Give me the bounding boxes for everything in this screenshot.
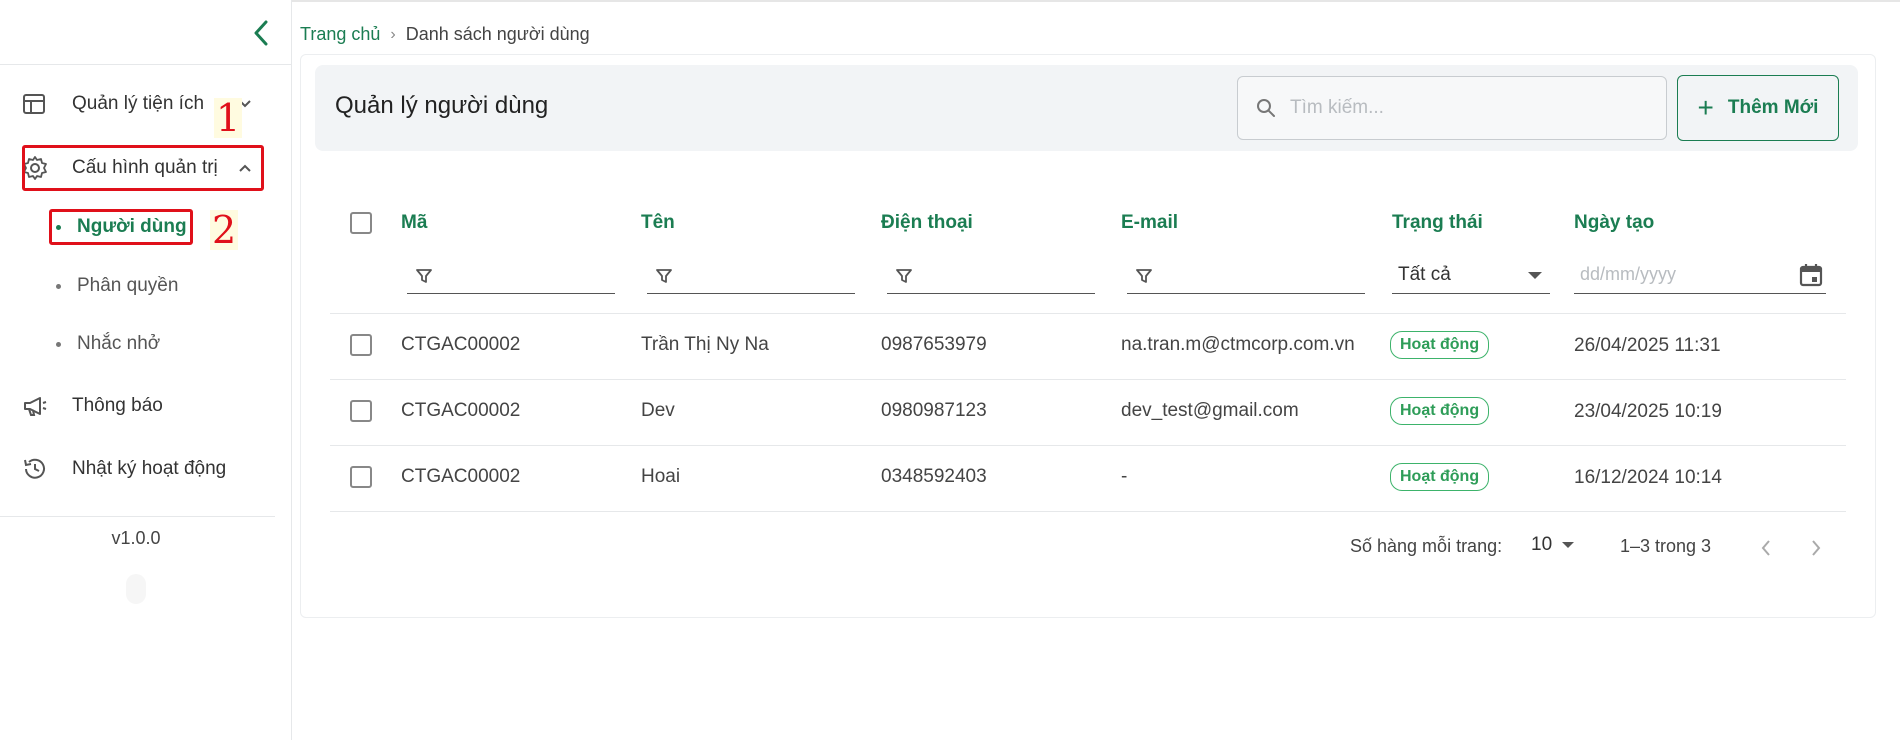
sidebar-item-utilities[interactable]: Quản lý tiện ích (22, 79, 251, 129)
cell-created: 16/12/2024 10:14 (1574, 467, 1722, 488)
cell-name: Hoai (641, 466, 681, 487)
sidebar-item-activity-log[interactable]: Nhật ký hoạt động (22, 444, 226, 494)
annotation-label-2: 2 (210, 208, 239, 252)
pagination-range: 1–3 trong 3 (1620, 536, 1712, 556)
sidebar-subitem-label: Nhắc nhở (77, 333, 161, 354)
status-badge: Hoạt động (1390, 397, 1490, 425)
breadcrumb-home-link[interactable]: Trang chủ (300, 24, 380, 45)
select-all-checkbox[interactable] (350, 212, 372, 234)
sidebar: Quản lý tiện ích Cấu hình quản trị Người… (0, 0, 292, 740)
sidebar-subitem-reminders[interactable]: Nhắc nhở (56, 324, 160, 364)
app-root: Quản lý tiện ích Cấu hình quản trị Người… (0, 0, 1900, 740)
filter-icon (656, 268, 672, 283)
rows-per-page-label: Số hàng mỗi trang: (1350, 536, 1503, 556)
column-header-name[interactable]: Tên (641, 212, 675, 234)
column-header-created[interactable]: Ngày tạo (1574, 212, 1654, 234)
status-badge: Hoạt động (1390, 463, 1490, 491)
status-badge: Hoạt động (1390, 331, 1490, 359)
search-box (1237, 76, 1667, 140)
column-header-email[interactable]: E-mail (1121, 212, 1178, 234)
row-checkbox[interactable] (350, 400, 372, 422)
row-divider (330, 445, 1846, 446)
row-divider (330, 511, 1846, 512)
column-header-code[interactable]: Mã (401, 212, 427, 234)
sidebar-divider (0, 516, 275, 517)
filter-code-input[interactable] (407, 258, 615, 294)
created-date-filter[interactable]: dd/mm/yyyy (1574, 256, 1826, 294)
filter-icon (1136, 268, 1152, 283)
search-icon (1257, 99, 1275, 117)
sidebar-item-label: Nhật ký hoạt động (72, 458, 227, 479)
column-header-phone[interactable]: Điện thoại (881, 212, 973, 234)
cell-email: na.tran.m@ctmcorp.com.vn (1121, 334, 1355, 355)
column-header-status[interactable]: Trạng thái (1392, 212, 1483, 234)
add-new-button[interactable]: + Thêm Mới (1677, 75, 1839, 141)
annotation-box-1 (22, 145, 264, 191)
sidebar-item-label: Quản lý tiện ích (72, 93, 205, 114)
caret-down-icon (1528, 272, 1542, 279)
filter-phone-input[interactable] (887, 258, 1095, 294)
rows-per-page-value: 10 (1531, 534, 1553, 555)
breadcrumb-current: Danh sách người dùng (405, 24, 590, 44)
cell-phone: 0348592403 (881, 466, 987, 487)
row-checkbox[interactable] (350, 334, 372, 356)
add-new-label: Thêm Mới (1727, 97, 1819, 118)
cell-created: 23/04/2025 10:19 (1574, 401, 1722, 422)
annotation-label-1: 1 (214, 96, 243, 140)
bullet (56, 341, 61, 347)
breadcrumb-separator-icon: › (390, 25, 396, 43)
layout-icon (22, 90, 58, 118)
sidebar-item-label: Thông báo (72, 395, 163, 416)
annotation-box-2 (49, 209, 193, 245)
chevron-left-icon (254, 20, 268, 46)
sidebar-scroll-indicator (126, 574, 146, 604)
plus-icon: + (1697, 92, 1714, 123)
cell-name: Dev (641, 400, 675, 421)
breadcrumb: Trang chủ › Danh sách người dùng (300, 24, 590, 45)
sidebar-collapse-button[interactable] (246, 16, 276, 50)
cell-name: Trần Thị Ny Na (641, 334, 769, 355)
cell-email: dev_test@gmail.com (1121, 400, 1299, 421)
rows-per-page-select[interactable]: 10 (1531, 534, 1575, 556)
filter-icon (416, 268, 432, 283)
filter-email-input[interactable] (1127, 258, 1365, 294)
history-icon (22, 455, 58, 483)
bullet (56, 283, 61, 289)
cell-code: CTGAC00002 (401, 466, 521, 487)
megaphone-icon (22, 392, 58, 420)
prev-page-button[interactable] (1754, 534, 1778, 562)
filter-icon (896, 268, 912, 283)
next-page-button[interactable] (1804, 534, 1828, 562)
cell-email: - (1121, 466, 1128, 487)
sidebar-divider (0, 64, 292, 65)
chevron-right-icon (1812, 540, 1821, 556)
row-divider (330, 313, 1846, 314)
status-filter-value: Tất cả (1398, 263, 1451, 285)
calendar-icon[interactable] (1798, 262, 1824, 288)
cell-created: 26/04/2025 11:31 (1574, 335, 1721, 356)
row-divider (330, 379, 1846, 380)
sidebar-subitem-label: Phân quyền (77, 275, 179, 296)
cell-phone: 0987653979 (881, 334, 987, 355)
app-version: v1.0.0 (111, 528, 161, 548)
chevron-left-icon (1761, 540, 1770, 556)
sidebar-subitem-permissions[interactable]: Phân quyền (56, 266, 178, 306)
page-title: Quản lý người dùng (335, 92, 549, 119)
filter-name-input[interactable] (647, 258, 855, 294)
cell-code: CTGAC00002 (401, 400, 521, 421)
row-checkbox[interactable] (350, 466, 372, 488)
caret-down-icon (1562, 542, 1575, 548)
date-placeholder: dd/mm/yyyy (1580, 264, 1677, 284)
cell-phone: 0980987123 (881, 400, 987, 421)
sidebar-item-notifications[interactable]: Thông báo (22, 381, 163, 431)
cell-code: CTGAC00002 (401, 334, 521, 355)
status-filter-select[interactable]: Tất cả (1392, 256, 1550, 294)
search-input[interactable] (1290, 97, 1650, 119)
